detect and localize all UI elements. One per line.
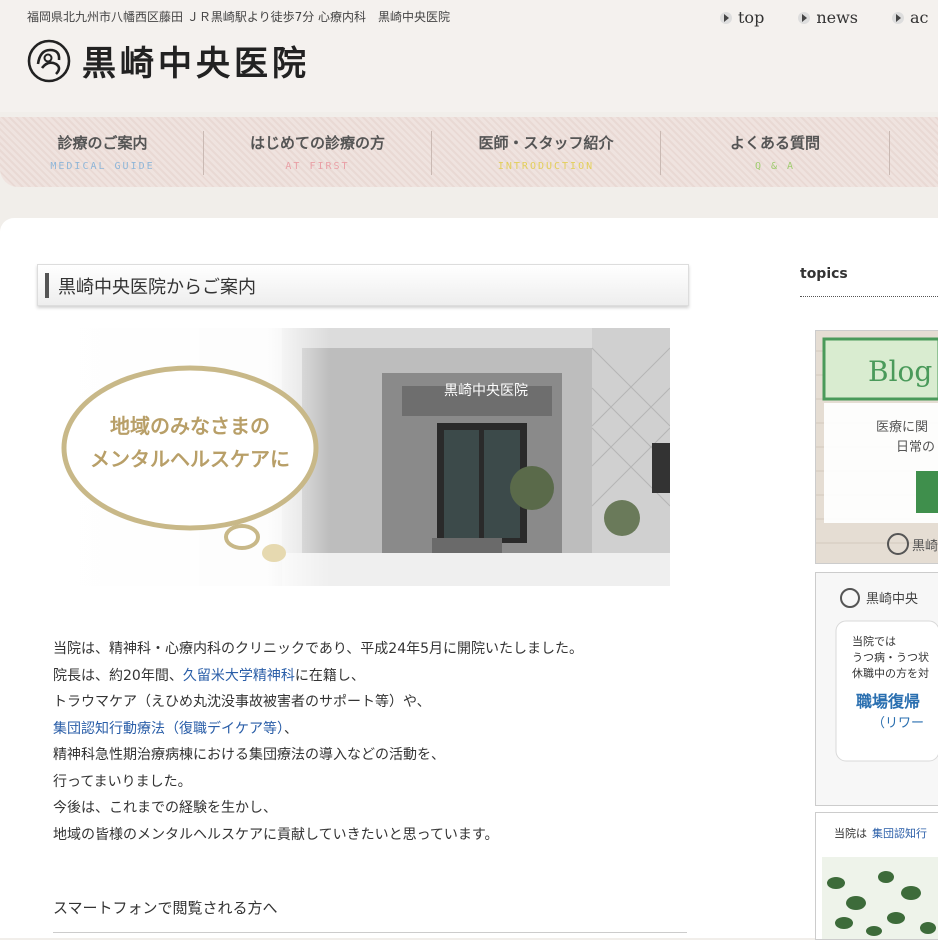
nav-divider: [889, 131, 890, 175]
intro-line: 精神科急性期治療病棟における集団療法の導入などの活動を、: [53, 747, 445, 763]
nav-label: よくある質問: [729, 134, 820, 152]
nav-sub-label: MEDICAL GUIDE: [50, 161, 155, 172]
hero-bubble-line1: 地域のみなさまの: [110, 414, 270, 438]
clinic-address: 福岡県北九州市八幡西区藤田 ＪＲ黒崎駅より徒歩7分 心療内科 黒崎中央医院: [27, 10, 451, 24]
nav-at-first[interactable]: はじめての診療の方 AT FIRST: [205, 117, 430, 187]
nav-medical-guide[interactable]: 診療のご案内 MEDICAL GUIDE: [0, 117, 205, 187]
top-link-news[interactable]: news: [798, 8, 858, 27]
intro-line: トラウマケア（えひめ丸沈没事故被害者のサポート等）や、: [53, 694, 431, 710]
group-banner-link: 集団認知行: [872, 826, 927, 840]
section-title: 黒崎中央医院からご案内: [58, 277, 256, 298]
hero-image: 黒崎中央医院 地域のみなさまの メンタルヘルスケアに: [52, 328, 670, 586]
intro-text-span: 院長は、約20年間、: [53, 667, 183, 684]
rework-banner-art: 黒崎中央 当院では うつ病・うつ状 休職中の方を対 職場復帰 （リワー: [816, 573, 938, 805]
nav-introduction[interactable]: 医師・スタッフ紹介 INTRODUCTION: [432, 117, 660, 187]
top-link-label: news: [816, 8, 858, 27]
intro-line: 今後は、これまでの経験を生かし、: [53, 800, 277, 816]
blog-title: Blog: [868, 355, 932, 388]
logo-icon: [27, 39, 71, 82]
group-cbt-banner-art: 当院は 集団認知行: [816, 813, 938, 939]
smartphone-notice[interactable]: スマートフォンで閲覧される方へ: [53, 897, 278, 918]
intro-text-span: に在籍し、: [294, 667, 365, 684]
arrow-icon: [798, 11, 811, 24]
blog-desc-1: 医療に関: [876, 420, 928, 435]
site-logo[interactable]: 黒崎中央医院: [26, 36, 310, 85]
nav-sub-label: Q & A: [754, 161, 796, 172]
nav-sub-label: INTRODUCTION: [497, 161, 595, 172]
group-cbt-banner[interactable]: 当院は 集団認知行: [815, 812, 938, 940]
blog-banner-art: Blog 医療に関 日常の 黒崎: [816, 331, 938, 563]
nav-label: 医師・スタッフ紹介: [478, 134, 614, 152]
rework-title: 職場復帰: [856, 692, 920, 711]
group-cbt-link[interactable]: 集団認知行動療法（復職デイケア等）: [53, 721, 284, 737]
intro-line: 当院は、精神科・心療内科のクリニックであり、平成24年5月に開院いたしました。: [53, 641, 584, 657]
intro-line: 集団認知行動療法（復職デイケア等）、: [53, 716, 583, 743]
intro-line: 行ってまいりました。: [53, 773, 192, 790]
top-link-label: top: [738, 8, 765, 27]
nav-divider: [203, 131, 204, 175]
nav-faq[interactable]: よくある質問 Q & A: [661, 117, 889, 187]
arrow-icon: [720, 11, 732, 24]
clinic-sign: 黒崎中央医院: [444, 383, 528, 399]
top-link-access[interactable]: ac: [892, 8, 929, 27]
topics-divider: [800, 296, 938, 297]
rework-logo: 黒崎中央: [866, 592, 918, 607]
blog-banner[interactable]: Blog 医療に関 日常の 黒崎: [815, 330, 938, 564]
rework-subtitle: （リワー: [872, 716, 924, 731]
blog-desc-2: 日常の: [896, 440, 935, 455]
global-nav: 診療のご案内 MEDICAL GUIDE はじめての診療の方 AT FIRST …: [0, 117, 938, 187]
intro-line: 院長は、約20年間、久留米大学精神科に在籍し、: [53, 663, 583, 690]
intro-line: 地域の皆様のメンタルヘルスケアに貢献していきたいと思っています。: [53, 826, 499, 843]
logo-text: 黒崎中央医院: [82, 44, 310, 84]
top-links: top news ac: [720, 8, 938, 27]
header-accent-bar: [45, 273, 49, 298]
topics-heading: topics: [800, 266, 848, 282]
intro-text: 当院は、精神科・心療内科のクリニックであり、平成24年5月に開院いたしました。 …: [53, 636, 583, 848]
nav-sub-label: AT FIRST: [285, 161, 350, 172]
top-link-top[interactable]: top: [720, 8, 764, 27]
divider: [53, 932, 687, 933]
nav-label: はじめての診療の方: [249, 134, 385, 152]
rework-text-3: 休職中の方を対: [852, 666, 929, 680]
kurume-university-link[interactable]: 久留米大学精神科: [183, 668, 295, 684]
group-banner-pre: 当院は: [834, 826, 867, 840]
section-header: 黒崎中央医院からご案内: [37, 264, 689, 306]
rework-text-1: 当院では: [852, 634, 896, 648]
blog-logo: 黒崎: [912, 539, 938, 554]
nav-label: 診療のご案内: [57, 134, 148, 152]
top-link-label: ac: [910, 8, 929, 27]
clinic-entrance-illustration: 黒崎中央医院 地域のみなさまの メンタルヘルスケアに: [52, 328, 670, 586]
rework-text-2: うつ病・うつ状: [852, 650, 929, 664]
arrow-icon: [892, 11, 904, 24]
hero-bubble-line2: メンタルヘルスケアに: [90, 447, 290, 471]
intro-text-span: 、: [284, 720, 298, 737]
rework-banner[interactable]: 黒崎中央 当院では うつ病・うつ状 休職中の方を対 職場復帰 （リワー: [815, 572, 938, 806]
